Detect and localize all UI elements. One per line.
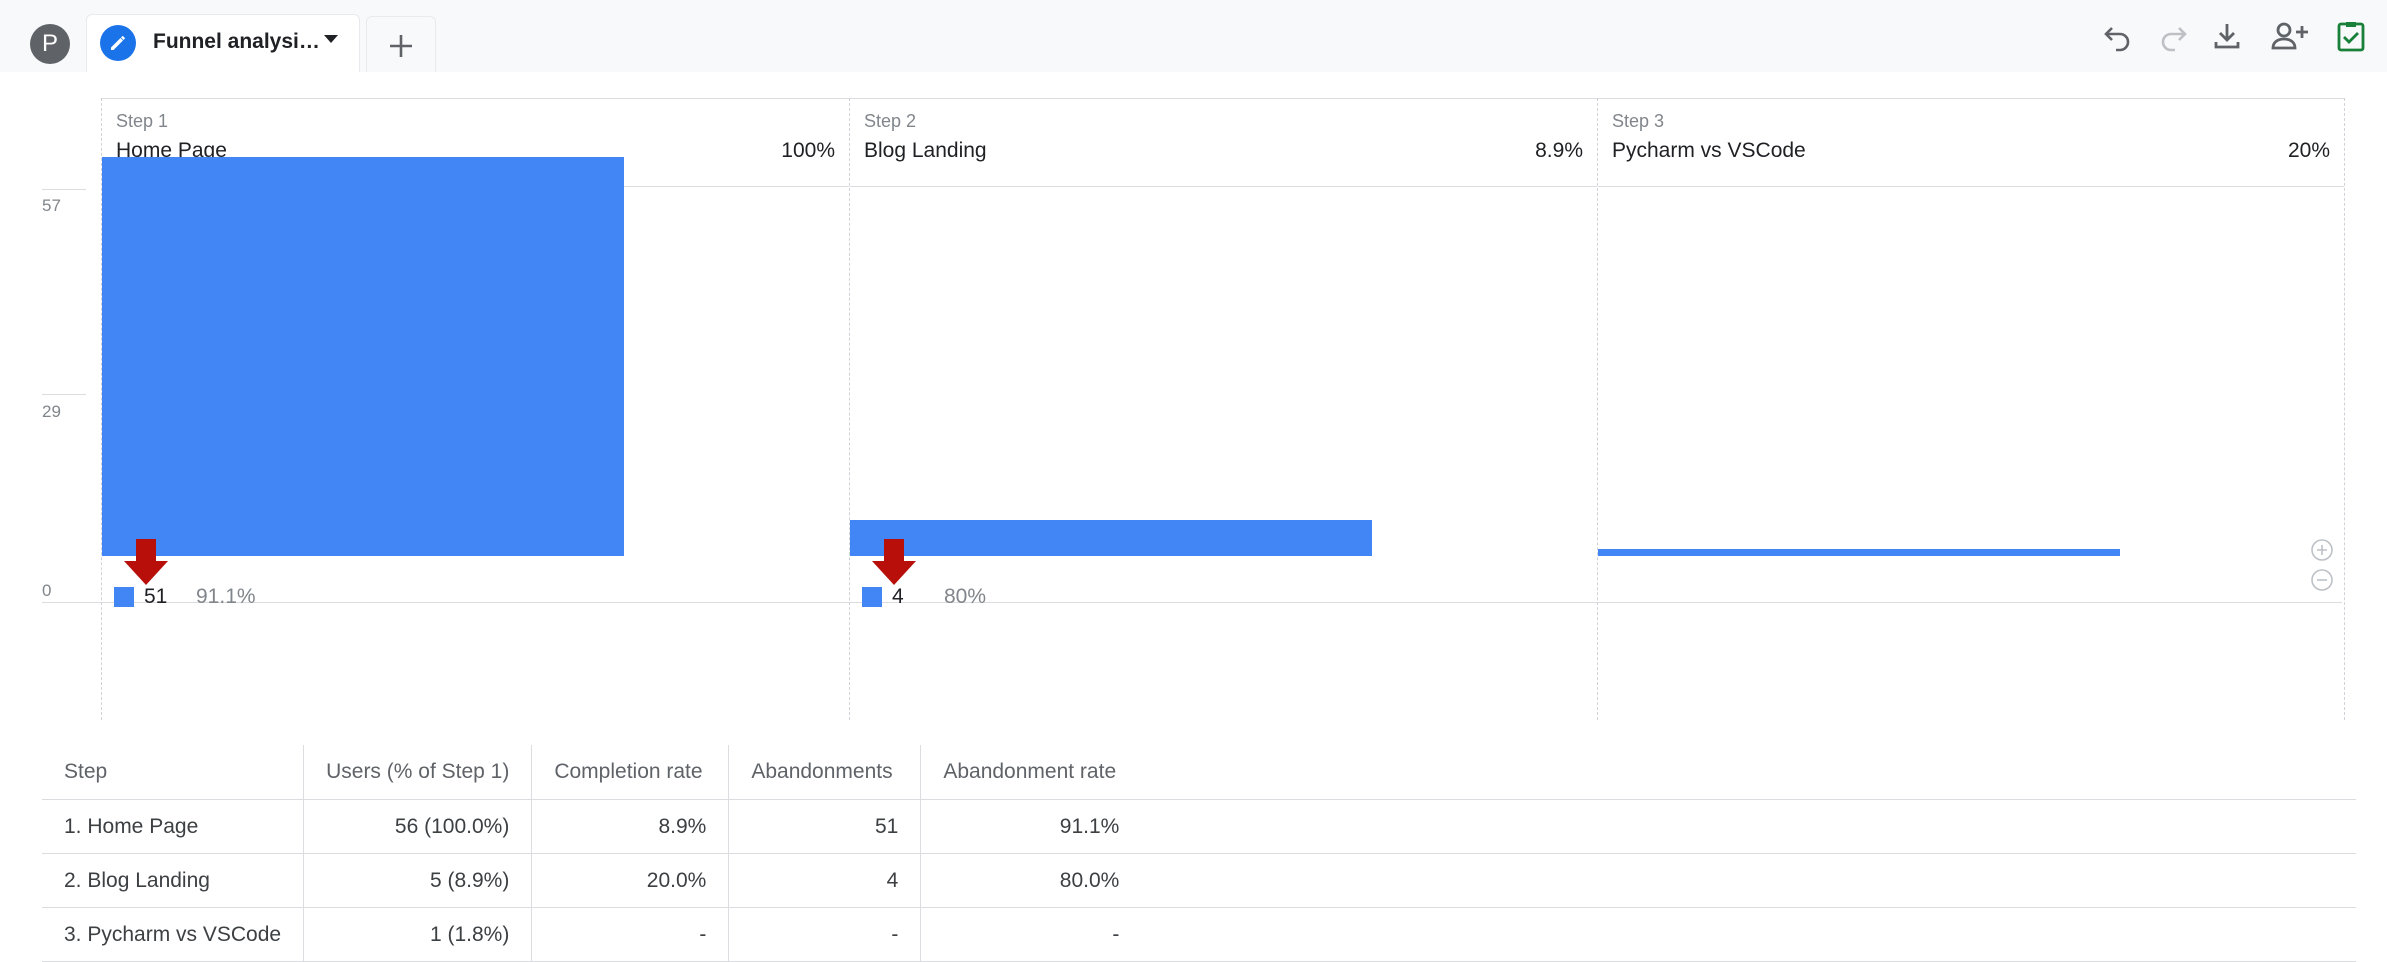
table-cell: - <box>728 907 921 962</box>
plus-icon <box>390 35 412 57</box>
step-header: Step 2 Blog Landing 8.9% <box>850 98 1597 187</box>
column-header[interactable]: Abandonment rate <box>920 745 1142 800</box>
dropoff-rate: 91.1% <box>196 585 256 608</box>
step-number: Step 3 <box>1612 111 1665 131</box>
table-row[interactable]: 3. Pycharm vs VSCode 1 (1.8%) - - - <box>42 907 2356 962</box>
table-spacer <box>1141 799 2356 854</box>
step-percent: 100% <box>781 139 835 162</box>
funnel-step-2[interactable]: Step 2 Blog Landing 8.9% 4 80% <box>849 98 1597 720</box>
step-number: Step 1 <box>116 111 169 131</box>
table-cell: 3. Pycharm vs VSCode <box>42 907 304 962</box>
table-cell: 1. Home Page <box>42 799 304 854</box>
undo-icon[interactable] <box>2100 18 2136 54</box>
funnel-table: Step Users (% of Step 1) Completion rate… <box>42 745 2356 962</box>
legend-swatch <box>114 587 134 607</box>
redo-icon[interactable] <box>2155 18 2191 54</box>
table-cell: 8.9% <box>531 799 729 854</box>
y-tick-label: 57 <box>42 196 61 215</box>
table-cell: 80.0% <box>920 853 1142 908</box>
legend-swatch <box>862 587 882 607</box>
step-header: Step 3 Pycharm vs VSCode 20% <box>1598 98 2344 187</box>
y-tick-label: 0 <box>42 581 52 600</box>
table-cell: - <box>531 907 729 962</box>
step-number: Step 2 <box>864 111 917 131</box>
check-task-icon[interactable] <box>2333 18 2369 54</box>
step-percent: 20% <box>2287 139 2330 162</box>
table-spacer <box>1141 853 2356 908</box>
share-user-icon[interactable] <box>2269 18 2311 54</box>
funnel-step-1[interactable]: Step 1 Home Page 100% 51 91.1% <box>101 98 849 720</box>
add-tab-button[interactable] <box>366 16 436 72</box>
funnel-step-3[interactable]: Step 3 Pycharm vs VSCode 20% <box>1597 98 2345 720</box>
dropoff-rate: 80% <box>944 585 987 608</box>
table-cell: 51 <box>728 799 921 854</box>
table-header-row: Step Users (% of Step 1) Completion rate… <box>42 745 2356 800</box>
pencil-icon[interactable] <box>100 25 136 61</box>
table-cell: 1 (1.8%) <box>303 907 532 962</box>
table-spacer <box>1141 745 2356 800</box>
step-name: Pycharm vs VSCode <box>1612 139 1806 162</box>
table-cell: 4 <box>728 853 921 908</box>
avatar[interactable]: P <box>30 24 70 64</box>
caret-down-icon[interactable] <box>323 33 339 45</box>
funnel-bar[interactable] <box>850 520 1372 556</box>
table-cell: - <box>920 907 1142 962</box>
y-tick-line <box>42 394 86 395</box>
step-percent: 8.9% <box>1535 139 1583 162</box>
table-row[interactable]: 1. Home Page 56 (100.0%) 8.9% 51 91.1% <box>42 799 2356 854</box>
table-cell: 2. Blog Landing <box>42 853 304 908</box>
dropoff-arrow-icon <box>124 539 168 585</box>
funnel-chart: 57 29 0 Step 1 Home Page 100% 51 91.1% S… <box>0 72 2387 722</box>
column-header[interactable]: Users (% of Step 1) <box>303 745 532 800</box>
tab-funnel-analysis[interactable]: Funnel analysi… <box>86 14 360 72</box>
zoom-out-icon[interactable] <box>2310 568 2334 592</box>
dropoff-count: 4 <box>892 585 904 608</box>
column-header[interactable]: Abandonments <box>728 745 921 800</box>
funnel-bar[interactable] <box>1598 549 2120 556</box>
table-cell: 5 (8.9%) <box>303 853 532 908</box>
y-tick-label: 29 <box>42 402 61 421</box>
tab-strip: P Funnel analysi… <box>0 0 2387 72</box>
table-cell: 91.1% <box>920 799 1142 854</box>
y-tick-line <box>42 189 86 190</box>
dropoff-count: 51 <box>144 585 168 608</box>
column-header[interactable]: Step <box>42 745 304 800</box>
column-header[interactable]: Completion rate <box>531 745 729 800</box>
table-spacer <box>1141 907 2356 962</box>
table-row[interactable]: 2. Blog Landing 5 (8.9%) 20.0% 4 80.0% <box>42 853 2356 908</box>
download-icon[interactable] <box>2209 18 2245 54</box>
step-name: Blog Landing <box>864 139 987 162</box>
table-cell: 20.0% <box>531 853 729 908</box>
tab-title: Funnel analysi… <box>153 30 320 53</box>
zoom-in-icon[interactable] <box>2310 538 2334 562</box>
dropoff-arrow-icon <box>872 539 916 585</box>
funnel-bar[interactable] <box>102 157 624 556</box>
table-cell: 56 (100.0%) <box>303 799 532 854</box>
